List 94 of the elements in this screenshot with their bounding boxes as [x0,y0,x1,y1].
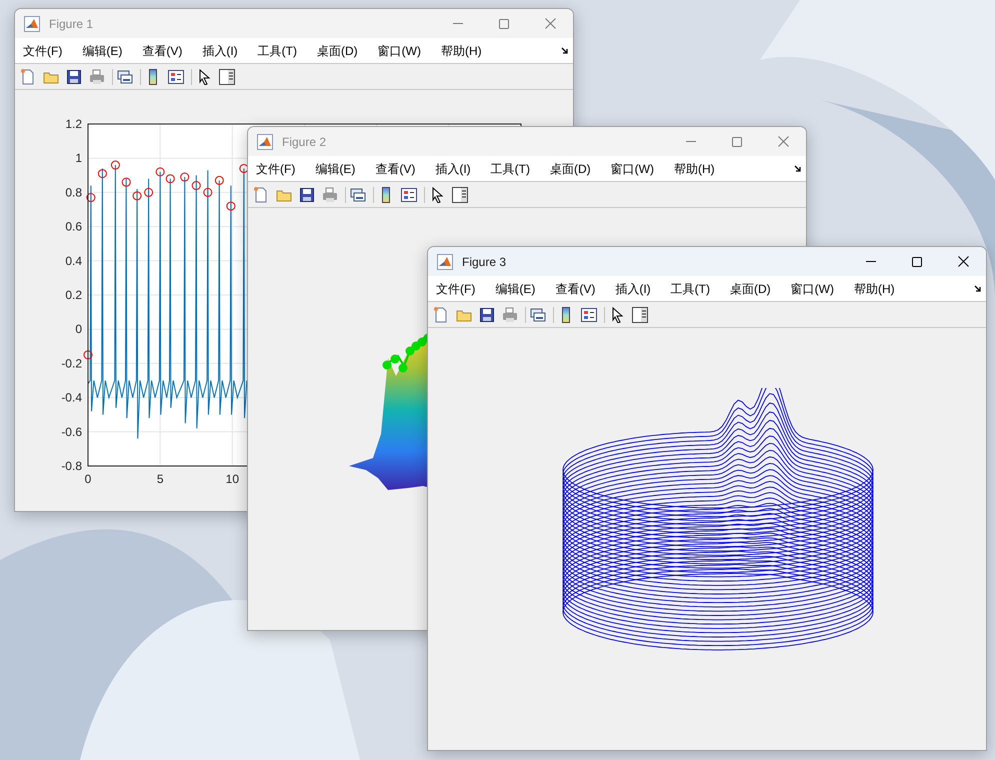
peak-marker [166,174,175,184]
peak-marker [214,176,224,185]
menu-item[interactable]: 查看(V) [370,160,420,178]
menu-item[interactable]: 帮助(H) [668,160,720,178]
legend-icon[interactable] [401,186,417,202]
menu-item[interactable]: 编辑(E) [310,160,360,178]
peak-marker [98,169,107,178]
y-tick-label: -0.8 [61,459,82,473]
menu-item[interactable]: 插入(I) [197,42,243,60]
peak-marker [122,178,131,187]
menu-item[interactable]: 窗口(W) [606,160,659,178]
y-tick-label: 0.4 [65,254,82,268]
linked-windows-icon[interactable] [350,186,366,202]
new-file-icon[interactable] [20,68,36,84]
menu-item[interactable]: 窗口(W) [372,42,426,60]
close-icon [778,136,788,147]
property-inspector-icon[interactable] [219,68,235,84]
data-point [382,360,392,370]
menu-item[interactable]: 工具(T) [666,280,715,298]
arrow-icon[interactable] [974,284,982,292]
property-inspector-icon[interactable] [452,186,468,202]
new-file-icon[interactable] [253,186,269,202]
menu-item[interactable]: 编辑(E) [490,280,540,298]
printer-icon[interactable] [89,68,105,84]
printer-icon[interactable] [502,306,518,322]
data-point [412,342,420,350]
app-logo-icon [437,254,453,270]
menu-item[interactable]: 文件(F) [18,42,68,60]
window-title: Figure 1 [49,16,94,32]
peak-marker [86,193,96,202]
menu-item[interactable]: 桌面(D) [544,160,596,178]
menu-item[interactable]: 查看(V) [137,42,188,60]
y-tick-label: 1.2 [65,117,82,131]
app-logo-icon [257,134,273,150]
arrow-icon[interactable] [794,164,802,172]
peak-marker [203,188,212,197]
close-icon [544,18,556,29]
menu-item[interactable]: 工具(T) [252,42,302,60]
y-tick-label: 0.8 [65,185,82,200]
peak-marker [226,202,236,211]
y-tick-label: -0.4 [61,390,82,405]
menu-item[interactable]: 桌面(D) [312,42,363,60]
peak-marker [110,160,120,170]
peak-marker [192,181,201,190]
save-icon[interactable] [299,186,315,202]
y-tick-label: 0.6 [65,220,82,234]
save-icon[interactable] [479,306,495,322]
y-tick-label: 0 [75,322,82,336]
window-title: Figure 3 [462,254,506,270]
y-tick-label: 1 [75,151,82,166]
x-tick-label: 10 [226,472,240,486]
peak-marker [180,172,190,182]
minimize-icon [453,23,463,24]
property-inspector-icon[interactable] [632,306,648,322]
menu-item[interactable]: 文件(F) [251,160,300,178]
maximize-icon [912,256,922,266]
peak-marker [144,188,154,197]
menu-item[interactable]: 插入(I) [610,280,656,298]
x-tick-label: 0 [84,472,92,486]
legend-icon[interactable] [581,306,597,322]
menu-item[interactable]: 桌面(D) [724,280,776,298]
peak-marker [132,191,142,200]
legend-icon[interactable] [168,68,184,84]
maximize-icon [732,136,742,146]
linked-windows-icon[interactable] [117,68,133,84]
menu-item[interactable]: 查看(V) [550,280,600,298]
y-tick-label: -0.6 [61,424,82,439]
close-icon [958,256,968,267]
save-icon[interactable] [66,68,82,84]
peak-marker [156,167,165,176]
data-point [398,364,408,372]
printer-icon[interactable] [322,186,338,202]
minimize-icon [686,141,696,142]
menu-item[interactable]: 插入(I) [430,160,476,178]
data-point [390,354,400,364]
arrow-icon[interactable] [561,46,569,54]
menu-item[interactable]: 文件(F) [431,280,480,298]
window-title: Figure 2 [282,134,326,150]
menu-item[interactable]: 窗口(W) [786,280,839,298]
menu-item[interactable]: 编辑(E) [77,42,128,60]
menu-item[interactable]: 帮助(H) [436,42,487,60]
app-logo-icon [24,16,40,32]
data-point [418,338,426,346]
new-file-icon[interactable] [433,306,449,322]
y-tick-label: 0.2 [65,288,82,302]
menu-item[interactable]: 工具(T) [486,160,535,178]
data-point [406,346,414,356]
x-tick-label: 5 [156,472,164,486]
linked-windows-icon[interactable] [530,306,546,322]
peak-marker [84,350,92,360]
menu-item[interactable]: 帮助(H) [848,280,900,298]
maximize-icon [499,18,509,28]
y-tick-label: -0.2 [61,356,82,370]
minimize-icon [866,261,876,262]
